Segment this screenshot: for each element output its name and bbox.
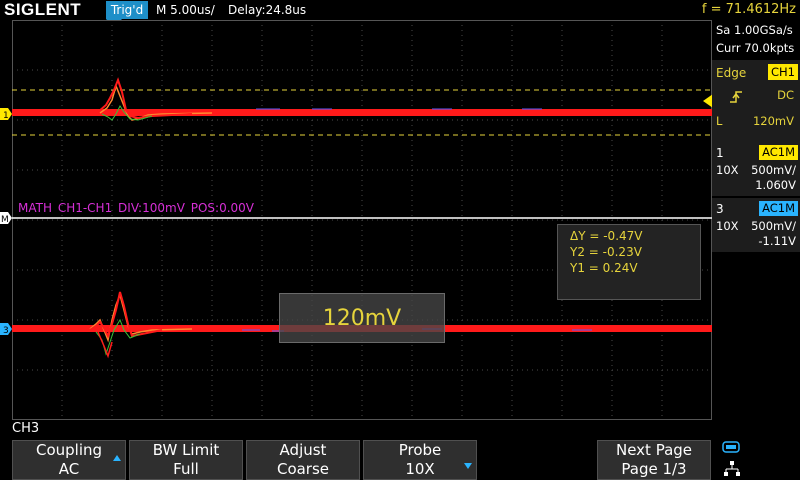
svg-text:M: M: [1, 215, 9, 224]
softkey-adjust[interactable]: Adjust Coarse: [246, 440, 360, 480]
trigger-panel[interactable]: Edge CH1 DC L 120mV: [712, 60, 800, 154]
ch1-number: 1: [716, 146, 724, 160]
ch3-coupling: AC1M: [759, 201, 798, 216]
top-status-bar: SIGLENT Trig'd M 5.00us/ Delay:24.8us f …: [0, 0, 800, 20]
softkey-next-page[interactable]: Next Page Page 1/3: [597, 440, 711, 480]
sample-rate: Sa 1.00GSa/s: [716, 23, 793, 37]
channel-3-panel[interactable]: 3 AC1M 10X 500mV/ -1.11V: [712, 198, 800, 252]
ch1-offset: 1.060V: [755, 178, 796, 192]
arrow-up-icon: [113, 455, 121, 461]
right-info-panel: Sa 1.00GSa/s Curr 70.0kpts Edge CH1 DC L…: [712, 20, 800, 420]
frequency-counter: f = 71.4612Hz: [701, 2, 796, 17]
timebase-readout[interactable]: M 5.00us/: [156, 0, 215, 20]
trigger-level-value: 120mV: [752, 114, 794, 128]
softkey-coupling[interactable]: Coupling AC: [12, 440, 126, 480]
channel-1-panel[interactable]: 1 AC1M 10X 500mV/ 1.060V: [712, 142, 800, 196]
cursor-y1: Y1 = 0.24V: [570, 261, 638, 275]
usb-icon: [722, 441, 740, 453]
ch3-number: 3: [716, 202, 724, 216]
arrow-down-icon: [464, 463, 472, 469]
ch3-scale: 500mV/: [751, 219, 796, 233]
softkey-bar: Coupling AC BW Limit Full Adjust Coarse …: [0, 438, 800, 480]
memory-depth: Curr 70.0kpts: [716, 41, 795, 55]
trigger-type: Edge: [716, 66, 747, 80]
trigger-source: CH1: [768, 64, 798, 80]
ch1-coupling: AC1M: [759, 145, 798, 160]
math-position-marker[interactable]: M: [0, 212, 12, 224]
brand-logo: SIGLENT: [4, 0, 82, 19]
trigger-level-label: L: [716, 114, 723, 128]
softkey-probe[interactable]: Probe 10X: [363, 440, 477, 480]
cursor-y2: Y2 = -0.23V: [570, 245, 642, 259]
cursor-readout-box: ΔY = -0.47V Y2 = -0.23V Y1 = 0.24V: [557, 224, 701, 300]
trigger-coupling: DC: [777, 88, 794, 102]
ch1-scale: 500mV/: [751, 163, 796, 177]
menu-title: CH3: [12, 421, 40, 436]
network-icon: [724, 461, 740, 476]
ch1-probe: 10X: [716, 163, 739, 177]
waveform-grid: [12, 20, 712, 420]
cursor-delta-y: ΔY = -0.47V: [570, 229, 643, 243]
ch1-position-marker[interactable]: 1: [0, 108, 12, 120]
delay-readout[interactable]: Delay:24.8us: [228, 0, 306, 20]
trigger-rising-edge-icon: [730, 91, 742, 103]
trigger-status-badge[interactable]: Trig'd: [106, 1, 148, 19]
ch3-position-marker[interactable]: 3: [0, 323, 12, 335]
math-label: MATH CH1-CH1 DIV:100mV POS:0.00V: [18, 201, 255, 215]
svg-text:1: 1: [3, 111, 9, 120]
ch3-offset: -1.11V: [758, 234, 796, 248]
svg-text:3: 3: [3, 326, 9, 335]
softkey-bw-limit[interactable]: BW Limit Full: [129, 440, 243, 480]
adjust-value-popup: 120mV: [279, 293, 445, 343]
ch3-probe: 10X: [716, 219, 739, 233]
